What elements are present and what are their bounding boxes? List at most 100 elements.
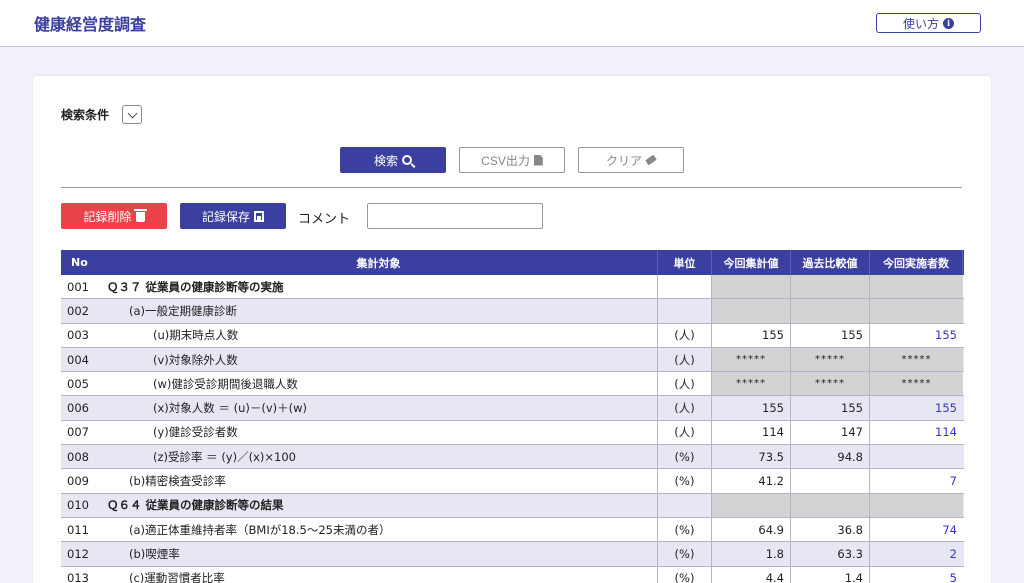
table-row: 013 (c)運動習慣者比率 (%) 4.4 1.4 5: [61, 566, 964, 583]
help-label: 使い方: [902, 16, 939, 31]
header-target: 集計対象: [100, 250, 658, 275]
cell-participants-link[interactable]: 155: [870, 324, 963, 347]
cell-target: (a)適正体重維持者率（BMIが18.5～25未満の者）: [100, 517, 658, 542]
cell-current: *****: [712, 372, 791, 396]
results-table: No 集計対象 単位 今回集計値 過去比較値 今回実施者数 001 Ｑ３７ 従業…: [61, 250, 964, 583]
header-unit: 単位: [658, 250, 712, 275]
table-row: 003 (u)期末時点人数 (人) 155 155 155: [61, 323, 964, 348]
cell-no: 010: [67, 498, 89, 513]
save-button-label: 記録保存: [201, 209, 250, 224]
delete-button-label: 記録削除: [83, 209, 132, 224]
search-button[interactable]: 検索: [340, 147, 446, 173]
cell-past: 94.8: [791, 445, 870, 469]
table-row: 012 (b)喫煙率 (%) 1.8 63.3 2: [61, 542, 964, 567]
cell-current: 155: [712, 323, 791, 347]
cell-participants-link[interactable]: 7: [870, 469, 963, 492]
chevron-down-icon: [127, 108, 137, 118]
cell-unit: [658, 275, 712, 299]
cell-target: (a)一般定期健康診断: [100, 299, 658, 323]
cell-participants: *****: [870, 372, 963, 396]
cell-target: Ｑ６４ 従業員の健康診断等の結果: [100, 493, 658, 517]
cell-no: 003: [67, 328, 89, 343]
cell-no: 007: [67, 425, 89, 440]
cell-target: (w)健診受診期間後退職人数: [100, 372, 658, 396]
save-icon: [254, 210, 264, 222]
cell-unit: (%): [658, 517, 712, 542]
cell-participants: [870, 493, 963, 517]
table-row: 002 (a)一般定期健康診断: [61, 299, 964, 324]
cell-past: [791, 275, 870, 299]
cell-no: 013: [67, 571, 89, 583]
cell-target: (x)対象人数 ＝ (u)－(v)＋(w): [100, 396, 658, 420]
cell-past: *****: [791, 347, 870, 372]
cell-past: *****: [791, 372, 870, 396]
cell-participants: [870, 299, 963, 323]
cell-unit: (%): [658, 542, 712, 566]
app-title: 健康経営度調査: [34, 15, 147, 34]
info-icon: i: [943, 17, 954, 29]
cell-unit: (人): [658, 347, 712, 372]
cell-participants-link[interactable]: 155: [870, 396, 963, 419]
cell-past: [791, 469, 870, 493]
cell-no: 005: [67, 376, 89, 391]
cell-participants: [870, 275, 963, 299]
cell-past: 155: [791, 323, 870, 347]
table-row: 005 (w)健診受診期間後退職人数 (人) ***** ***** *****: [61, 372, 964, 397]
clear-button-label: クリア: [605, 153, 642, 168]
comment-input[interactable]: [367, 203, 543, 229]
cell-current: 155: [712, 396, 791, 420]
cell-past: 36.8: [791, 517, 870, 542]
cell-current: 64.9: [712, 517, 791, 542]
cell-participants: [870, 445, 963, 468]
cell-participants-link[interactable]: 74: [870, 518, 963, 541]
cell-unit: (人): [658, 372, 712, 396]
divider: [61, 187, 962, 188]
help-button[interactable]: 使い方 i: [876, 13, 981, 33]
table-row: 010 Ｑ６４ 従業員の健康診断等の結果: [61, 493, 964, 518]
table-header-row: No 集計対象 単位 今回集計値 過去比較値 今回実施者数: [61, 250, 964, 275]
table-row: 009 (b)精密検査受診率 (%) 41.2 7: [61, 469, 964, 494]
cell-no: 001: [67, 279, 89, 294]
cell-unit: (人): [658, 323, 712, 347]
cell-unit: (%): [658, 445, 712, 469]
save-record-button[interactable]: 記録保存: [180, 203, 286, 229]
cell-target: (b)喫煙率: [100, 542, 658, 566]
table-row: 001 Ｑ３７ 従業員の健康診断等の実施: [61, 275, 964, 300]
cell-current: 73.5: [712, 445, 791, 469]
csv-export-button[interactable]: CSV出力: [459, 147, 565, 173]
clear-button[interactable]: クリア: [578, 147, 684, 173]
main-panel: 検索条件 検索 CSV出力 クリア 記録削除 記録保存 コメント No 集計対象…: [33, 76, 991, 583]
cell-current: [712, 275, 791, 299]
cell-unit: (人): [658, 396, 712, 420]
cell-past: [791, 493, 870, 517]
comment-label: コメント: [298, 212, 351, 227]
header-past: 過去比較値: [791, 250, 870, 275]
cell-target: (y)健診受診者数: [100, 420, 658, 445]
search-condition-toggle[interactable]: [122, 105, 142, 124]
trash-icon: [133, 209, 147, 222]
cell-unit: [658, 493, 712, 517]
cell-no: 006: [67, 401, 89, 416]
cell-participants: *****: [870, 347, 963, 372]
cell-past: 1.4: [791, 566, 870, 583]
cell-participants-link[interactable]: 2: [870, 542, 963, 565]
eraser-icon: [645, 154, 657, 166]
cell-unit: (%): [658, 566, 712, 583]
cell-target: (z)受診率 ＝ (y)／(x)×100: [100, 445, 658, 469]
cell-current: [712, 299, 791, 323]
cell-no: 004: [67, 352, 89, 367]
cell-no: 011: [67, 522, 89, 537]
cell-participants-link[interactable]: 114: [870, 421, 963, 444]
cell-no: 009: [67, 474, 89, 489]
table-row: 007 (y)健診受診者数 (人) 114 147 114: [61, 420, 964, 446]
delete-record-button[interactable]: 記録削除: [61, 203, 167, 229]
table-row: 008 (z)受診率 ＝ (y)／(x)×100 (%) 73.5 94.8: [61, 445, 964, 470]
cell-current: 114: [712, 420, 791, 445]
cell-unit: (人): [658, 420, 712, 445]
cell-current: [712, 493, 791, 517]
cell-current: *****: [712, 347, 791, 372]
cell-participants-link[interactable]: 5: [870, 567, 963, 583]
cell-past: 147: [791, 420, 870, 445]
search-icon: [402, 155, 412, 165]
search-button-label: 検索: [373, 153, 398, 168]
